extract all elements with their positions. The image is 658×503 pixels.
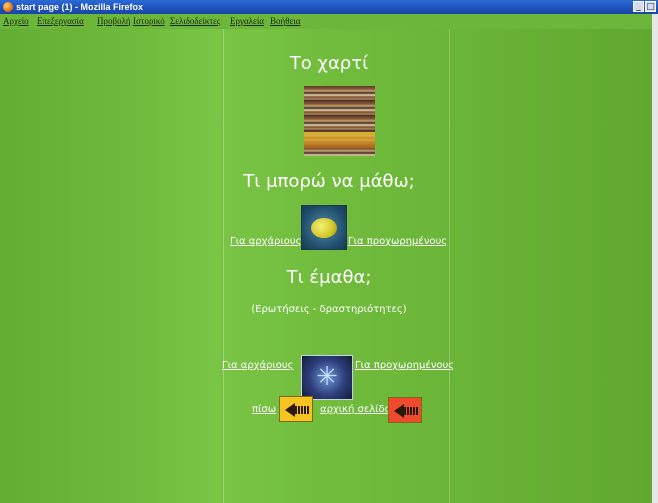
learned-subtitle: (Ερωτήσεις - δραστηριότητες) (251, 304, 407, 315)
page-title: Το χαρτί (289, 53, 369, 74)
learned-advanced-link[interactable]: Για προχωρημένους (355, 360, 454, 371)
minimize-button[interactable]: _ (633, 1, 644, 12)
menu-history[interactable]: Ιστορικό (133, 16, 165, 26)
window-controls: _ □ (633, 1, 656, 12)
learned-beginners-link[interactable]: Για αρχάριους (222, 360, 294, 371)
maximize-button[interactable]: □ (645, 1, 656, 12)
learned-heading: Τι έμαθα; (286, 267, 372, 288)
yellow-fish-image[interactable] (301, 205, 347, 250)
home-link[interactable]: αρχική σελίδα (320, 404, 391, 415)
menu-tools[interactable]: Εργαλεία (230, 16, 264, 26)
menu-bar: Αρχείο Επεξεργασία Προβολή Ιστορικό Σελι… (0, 14, 658, 29)
menu-file[interactable]: Αρχείο (3, 16, 29, 26)
menu-edit[interactable]: Επεξεργασία (37, 16, 84, 26)
paper-stack-image (304, 86, 375, 156)
menu-view[interactable]: Προβολή (97, 16, 131, 26)
window-title: start page (1) - Mozilla Firefox (16, 2, 144, 12)
firefox-icon (3, 2, 13, 12)
learn-beginners-link[interactable]: Για αρχάριους (230, 236, 302, 247)
menu-bookmarks[interactable]: Σελιδοδείκτες (170, 16, 220, 26)
menu-help[interactable]: Βοήθεια (270, 16, 300, 26)
window-right-edge (652, 14, 658, 503)
learn-heading: Τι μπορώ να μάθω; (243, 171, 415, 192)
window-titlebar: start page (1) - Mozilla Firefox _ □ (0, 0, 658, 14)
home-arrow-icon[interactable] (388, 397, 422, 423)
star-burst-image[interactable] (301, 355, 353, 400)
page-content: Το χαρτί Τι μπορώ να μάθω; Για αρχάριους… (0, 29, 658, 503)
column-divider (223, 29, 224, 503)
back-link[interactable]: πίσω (252, 404, 276, 415)
column-divider (449, 29, 450, 503)
learn-advanced-link[interactable]: Για προχωρημένους (348, 236, 447, 247)
back-arrow-icon[interactable] (279, 396, 313, 422)
